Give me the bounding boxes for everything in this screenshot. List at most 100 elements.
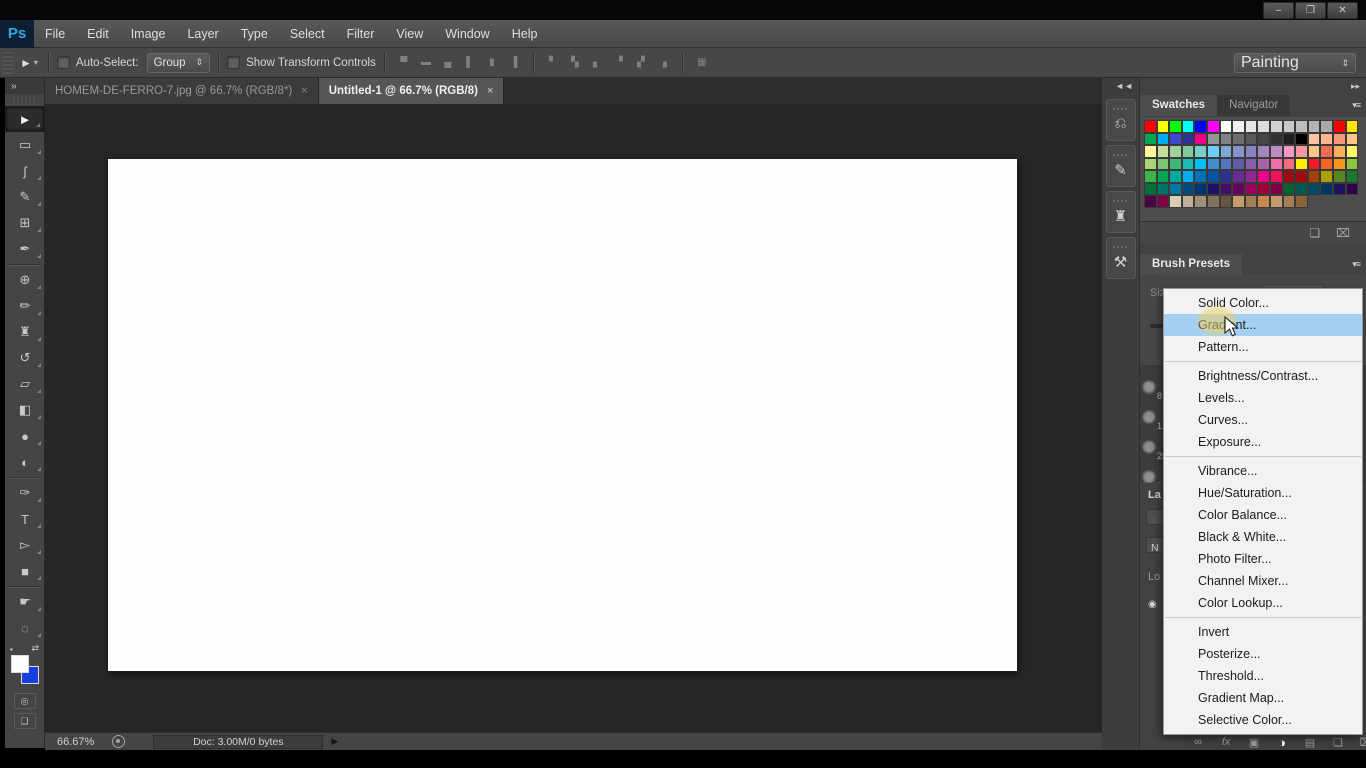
menu-window[interactable]: Window xyxy=(434,20,500,48)
menu-file[interactable]: File xyxy=(34,20,76,48)
menu-item-color-lookup[interactable]: Color Lookup... xyxy=(1164,592,1362,614)
crop-tool[interactable]: ⊞ xyxy=(5,210,45,236)
delete-layer-icon[interactable]: ⌧ xyxy=(1352,736,1366,749)
swatch-52[interactable] xyxy=(1157,158,1170,171)
swatch-85[interactable] xyxy=(1144,183,1157,196)
menu-filter[interactable]: Filter xyxy=(336,20,386,48)
swatch-99[interactable] xyxy=(1320,183,1333,196)
swatch-75[interactable] xyxy=(1232,170,1245,183)
distribute-horizontal-centers-icon[interactable]: ▞ xyxy=(630,57,652,68)
new-adjustment-layer-icon[interactable]: ◑ xyxy=(1268,735,1296,750)
hand-tool[interactable]: ☛ xyxy=(5,589,45,615)
clone-source-panel-icon[interactable]: ♜ xyxy=(1106,191,1136,233)
menu-item-curves[interactable]: Curves... xyxy=(1164,409,1362,431)
swatch-112[interactable] xyxy=(1270,195,1283,208)
swatch-60[interactable] xyxy=(1257,158,1270,171)
swatch-32[interactable] xyxy=(1333,133,1346,146)
expand-panels-icon[interactable]: ◄◄ xyxy=(1102,78,1139,95)
blur-tool[interactable]: ● xyxy=(5,423,45,449)
align-right-edges-icon[interactable]: ▐ xyxy=(503,57,525,68)
swatch-91[interactable] xyxy=(1220,183,1233,196)
gradient-tool[interactable]: ◧ xyxy=(5,397,45,423)
swatch-59[interactable] xyxy=(1245,158,1258,171)
align-bottom-edges-icon[interactable]: ▄ xyxy=(437,57,459,68)
swatch-23[interactable] xyxy=(1220,133,1233,146)
tab-brush-presets[interactable]: Brush Presets xyxy=(1140,254,1242,275)
swatch-2[interactable] xyxy=(1169,120,1182,133)
menu-item-brightness-contrast[interactable]: Brightness/Contrast... xyxy=(1164,365,1362,387)
path-selection-tool[interactable]: ▻ xyxy=(5,532,45,558)
clone-stamp-tool[interactable]: ♜ xyxy=(5,319,45,345)
swatch-57[interactable] xyxy=(1220,158,1233,171)
history-brush-tool[interactable]: ↺ xyxy=(5,345,45,371)
swatch-35[interactable] xyxy=(1157,145,1170,158)
auto-align-layers-icon[interactable]: ▦ xyxy=(691,57,713,68)
move-tool[interactable]: ► xyxy=(5,106,45,132)
swatch-55[interactable] xyxy=(1194,158,1207,171)
menu-item-invert[interactable]: Invert xyxy=(1164,621,1362,643)
panel-menu-icon[interactable]: ▾≡ xyxy=(1352,259,1360,270)
layer-visibility-eye-icon[interactable]: ◉ xyxy=(1148,599,1157,610)
swatch-8[interactable] xyxy=(1245,120,1258,133)
swatch-79[interactable] xyxy=(1283,170,1296,183)
spot-healing-brush-tool[interactable]: ⊕ xyxy=(5,267,45,293)
swatch-101[interactable] xyxy=(1346,183,1359,196)
zoom-tool[interactable]: ◌ xyxy=(5,615,45,641)
swatch-17[interactable] xyxy=(1144,133,1157,146)
swatch-47[interactable] xyxy=(1308,145,1321,158)
history-panel-icon[interactable]: ⎌ xyxy=(1106,99,1136,141)
brush-panel-icon[interactable]: ✎ xyxy=(1106,145,1136,187)
menu-item-levels[interactable]: Levels... xyxy=(1164,387,1362,409)
auto-select-target-dropdown[interactable]: Group ⇕ xyxy=(147,53,211,73)
eraser-tool[interactable]: ▱ xyxy=(5,371,45,397)
toolbar-grip[interactable] xyxy=(13,96,36,104)
menu-item-hue-saturation[interactable]: Hue/Saturation... xyxy=(1164,482,1362,504)
swatch-42[interactable] xyxy=(1245,145,1258,158)
menu-item-solid-color[interactable]: Solid Color... xyxy=(1164,292,1362,314)
swatch-39[interactable] xyxy=(1207,145,1220,158)
swatch-93[interactable] xyxy=(1245,183,1258,196)
shape-tool[interactable]: ■ xyxy=(5,558,45,584)
swatch-48[interactable] xyxy=(1320,145,1333,158)
swatch-92[interactable] xyxy=(1232,183,1245,196)
swatch-78[interactable] xyxy=(1270,170,1283,183)
swatch-56[interactable] xyxy=(1207,158,1220,171)
menu-item-selective-color[interactable]: Selective Color... xyxy=(1164,709,1362,731)
swatch-1[interactable] xyxy=(1157,120,1170,133)
swatch-73[interactable] xyxy=(1207,170,1220,183)
quick-selection-tool[interactable]: ✎ xyxy=(5,184,45,210)
swatch-65[interactable] xyxy=(1320,158,1333,171)
collapse-panels-icon[interactable]: ▸▸ xyxy=(1351,81,1360,92)
menu-select[interactable]: Select xyxy=(279,20,336,48)
show-transform-checkbox[interactable] xyxy=(227,56,240,69)
swatch-61[interactable] xyxy=(1270,158,1283,171)
swatch-110[interactable] xyxy=(1245,195,1258,208)
swatch-88[interactable] xyxy=(1182,183,1195,196)
menu-item-vibrance[interactable]: Vibrance... xyxy=(1164,460,1362,482)
swatch-100[interactable] xyxy=(1333,183,1346,196)
distribute-top-edges-icon[interactable]: ▘ xyxy=(542,57,564,68)
align-top-edges-icon[interactable]: ▀ xyxy=(393,57,415,68)
swatch-14[interactable] xyxy=(1320,120,1333,133)
tab-navigator[interactable]: Navigator xyxy=(1217,95,1290,116)
swatch-72[interactable] xyxy=(1194,170,1207,183)
swatch-30[interactable] xyxy=(1308,133,1321,146)
options-grip[interactable] xyxy=(2,52,14,74)
swatch-114[interactable] xyxy=(1295,195,1308,208)
brush-tool[interactable]: ✏ xyxy=(5,293,45,319)
swatch-107[interactable] xyxy=(1207,195,1220,208)
swatch-16[interactable] xyxy=(1346,120,1359,133)
menu-item-exposure[interactable]: Exposure... xyxy=(1164,431,1362,453)
pen-tool[interactable]: ✑ xyxy=(5,480,45,506)
quick-mask-button[interactable]: ◎ xyxy=(14,693,36,709)
swatch-49[interactable] xyxy=(1333,145,1346,158)
swatch-69[interactable] xyxy=(1157,170,1170,183)
swatch-106[interactable] xyxy=(1194,195,1207,208)
swatch-34[interactable] xyxy=(1144,145,1157,158)
swatch-10[interactable] xyxy=(1270,120,1283,133)
new-swatch-icon[interactable]: ❏ xyxy=(1309,226,1320,240)
swatch-71[interactable] xyxy=(1182,170,1195,183)
swatch-28[interactable] xyxy=(1283,133,1296,146)
swatch-33[interactable] xyxy=(1346,133,1359,146)
menu-type[interactable]: Type xyxy=(230,20,279,48)
